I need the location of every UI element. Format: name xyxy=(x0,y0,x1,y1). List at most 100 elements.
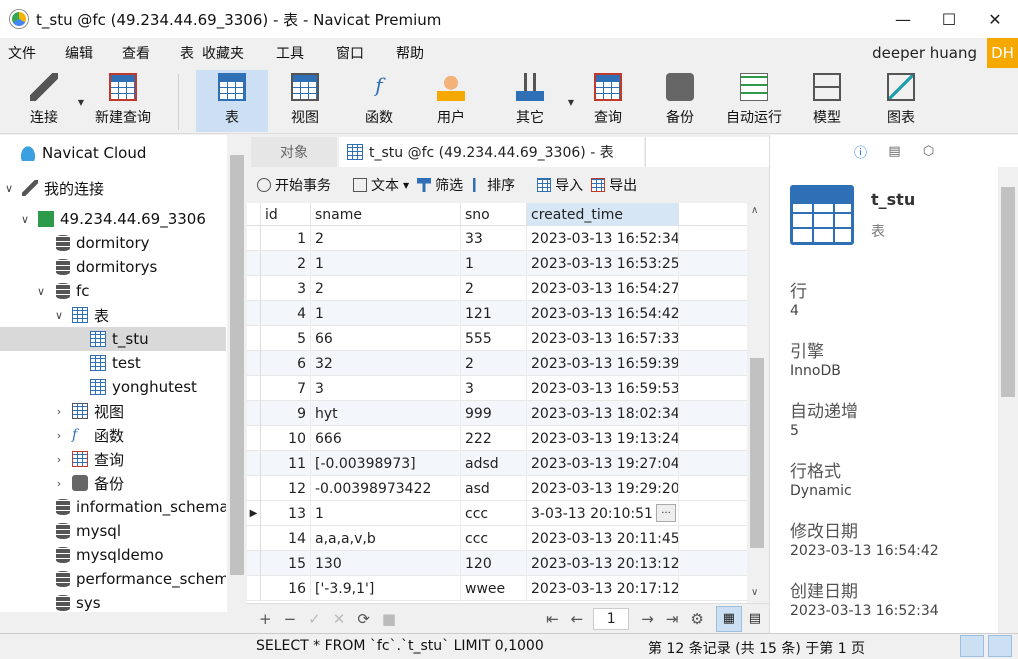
scroll-up-icon[interactable]: ∧ xyxy=(751,205,758,216)
prev-page-icon[interactable]: ← xyxy=(571,610,584,628)
last-page-icon[interactable]: ⇥ xyxy=(666,610,679,628)
tree-db-mysql[interactable]: mysql xyxy=(0,519,226,543)
table-cell-sno[interactable]: wwee xyxy=(461,576,527,601)
table-cell-sno[interactable]: 33 xyxy=(461,226,527,251)
tab-t-stu[interactable]: t_stu @fc (49.234.44.69_3306) - 表 xyxy=(339,137,644,167)
row-selector[interactable] xyxy=(247,251,261,276)
row-selector[interactable] xyxy=(247,326,261,351)
sidebar-scrollbar[interactable] xyxy=(227,135,247,612)
view-button[interactable]: 视图 xyxy=(272,70,338,132)
scroll-thumb[interactable] xyxy=(1001,187,1015,397)
column-header-sname[interactable]: sname xyxy=(311,203,461,226)
text-button[interactable]: 文本 ▼ xyxy=(353,175,409,195)
table-cell-created-time[interactable]: 2023-03-13 18:02:34 xyxy=(527,401,679,426)
tree-table-t-stu[interactable]: t_stu xyxy=(0,327,226,351)
chevron-right-icon[interactable]: › xyxy=(52,453,66,466)
tree-queries-group[interactable]: › 查询 xyxy=(0,447,226,471)
filter-button[interactable]: 筛选 xyxy=(417,175,463,195)
menu-edit[interactable]: 编辑 xyxy=(57,43,93,63)
tree-tables-group[interactable]: ∨ 表 xyxy=(0,303,226,327)
page-number-input[interactable]: 1 xyxy=(593,607,630,630)
new-query-button[interactable]: 新建查询 xyxy=(88,70,158,132)
tree-backups-group[interactable]: › 备份 xyxy=(0,471,226,495)
menu-help[interactable]: 帮助 xyxy=(388,43,424,63)
tree-db-dormitorys[interactable]: dormitorys xyxy=(0,255,226,279)
table-cell-sname[interactable]: [-0.00398973] xyxy=(311,451,461,476)
toggle-right-panel-icon[interactable] xyxy=(988,635,1012,657)
table-cell-id[interactable]: 15 xyxy=(261,551,311,576)
table-cell-sname[interactable]: 1 xyxy=(311,501,461,526)
table-cell-sname[interactable]: 66 xyxy=(311,326,461,351)
form-view-button[interactable]: ▤ xyxy=(742,606,768,632)
tree-views-group[interactable]: › 视图 xyxy=(0,399,226,423)
user-button[interactable]: 用户 xyxy=(418,70,484,132)
chevron-down-icon[interactable]: ∨ xyxy=(34,285,48,298)
chevron-right-icon[interactable]: › xyxy=(52,429,66,442)
column-header-created-time[interactable]: created_time xyxy=(527,203,679,226)
tree-db-dormitory[interactable]: dormitory xyxy=(0,231,226,255)
tree-my-connections[interactable]: ∨ 我的连接 xyxy=(0,176,226,200)
column-header-id[interactable]: id xyxy=(261,203,311,226)
row-selector[interactable] xyxy=(247,476,261,501)
chevron-right-icon[interactable]: › xyxy=(52,477,66,490)
refresh-icon[interactable]: ⟳ xyxy=(357,610,370,628)
next-page-icon[interactable]: → xyxy=(641,610,654,628)
stop-icon[interactable]: ■ xyxy=(382,610,396,628)
table-row[interactable]: 5 66 555 2023-03-13 16:57:33 xyxy=(247,326,747,351)
table-cell-sname[interactable]: 3 xyxy=(311,376,461,401)
table-cell-sname[interactable]: ['-3.9,1'] xyxy=(311,576,461,601)
table-row[interactable]: 14 a,a,a,v,b ccc 2023-03-13 20:11:45 xyxy=(247,526,747,551)
scroll-down-icon[interactable]: ∨ xyxy=(751,587,758,598)
discard-icon[interactable]: ✕ xyxy=(333,610,346,628)
table-row[interactable]: ▶ 13 1 ccc 3-03-13 20:10:51 ··· xyxy=(247,501,747,526)
tree-db-mysqldemo[interactable]: mysqldemo xyxy=(0,543,226,567)
cell-editor-button[interactable]: ··· xyxy=(656,504,676,522)
table-cell-id[interactable]: 16 xyxy=(261,576,311,601)
table-cell-created-time[interactable]: 2023-03-13 19:13:24 xyxy=(527,426,679,451)
table-cell-created-time[interactable]: 2023-03-13 20:13:12 xyxy=(527,551,679,576)
user-area[interactable]: deeper huang DH xyxy=(872,38,1018,68)
table-button[interactable]: 表 xyxy=(196,70,268,132)
row-selector[interactable] xyxy=(247,376,261,401)
sort-button[interactable]: 排序 xyxy=(469,175,515,195)
apply-icon[interactable]: ✓ xyxy=(308,610,321,628)
table-cell-sno[interactable]: asd xyxy=(461,476,527,501)
table-cell-id[interactable]: 5 xyxy=(261,326,311,351)
table-cell-id[interactable]: 3 xyxy=(261,276,311,301)
chevron-down-icon[interactable]: ∨ xyxy=(18,213,32,226)
table-cell-sno[interactable]: 120 xyxy=(461,551,527,576)
table-row[interactable]: 15 130 120 2023-03-13 20:13:12 xyxy=(247,551,747,576)
table-cell-sname[interactable]: a,a,a,v,b xyxy=(311,526,461,551)
chevron-right-icon[interactable]: › xyxy=(52,405,66,418)
info-icon[interactable]: ⓘ xyxy=(851,142,871,161)
row-selector[interactable] xyxy=(247,551,261,576)
toggle-left-panel-icon[interactable] xyxy=(960,635,984,657)
table-row[interactable]: 12 -0.00398973422 asd 2023-03-13 19:29:20 xyxy=(247,476,747,501)
menu-tools[interactable]: 工具 xyxy=(268,43,304,63)
table-cell-sno[interactable]: 999 xyxy=(461,401,527,426)
table-cell-sno[interactable]: 2 xyxy=(461,351,527,376)
close-icon[interactable]: ✕ xyxy=(972,0,1018,38)
table-cell-created-time[interactable]: 2023-03-13 20:11:45 xyxy=(527,526,679,551)
menu-table[interactable]: 表 xyxy=(172,43,194,63)
table-cell-id[interactable]: 11 xyxy=(261,451,311,476)
column-header-sno[interactable]: sno xyxy=(461,203,527,226)
table-cell-sname[interactable]: 1 xyxy=(311,251,461,276)
table-cell-id[interactable]: 4 xyxy=(261,301,311,326)
scroll-thumb[interactable] xyxy=(750,358,764,548)
row-selector[interactable] xyxy=(247,526,261,551)
menu-file[interactable]: 文件 xyxy=(0,43,36,63)
function-button[interactable]: f 函数 xyxy=(346,70,412,132)
table-cell-sno[interactable]: ccc xyxy=(461,526,527,551)
table-cell-sname[interactable]: 1 xyxy=(311,301,461,326)
table-cell-created-time[interactable]: 2023-03-13 20:17:12 xyxy=(527,576,679,601)
table-cell-sno[interactable]: 2 xyxy=(461,276,527,301)
table-cell-created-time[interactable]: 2023-03-13 19:29:20 xyxy=(527,476,679,501)
begin-transaction-button[interactable]: 开始事务 xyxy=(257,175,331,195)
table-row[interactable]: 2 1 1 2023-03-13 16:53:25 xyxy=(247,251,747,276)
user-name[interactable]: deeper huang xyxy=(872,44,977,62)
table-row[interactable]: 9 hyt 999 2023-03-13 18:02:34 xyxy=(247,401,747,426)
table-cell-id[interactable]: 10 xyxy=(261,426,311,451)
user-avatar[interactable]: DH xyxy=(987,38,1018,68)
table-cell-id[interactable]: 13 xyxy=(261,501,311,526)
